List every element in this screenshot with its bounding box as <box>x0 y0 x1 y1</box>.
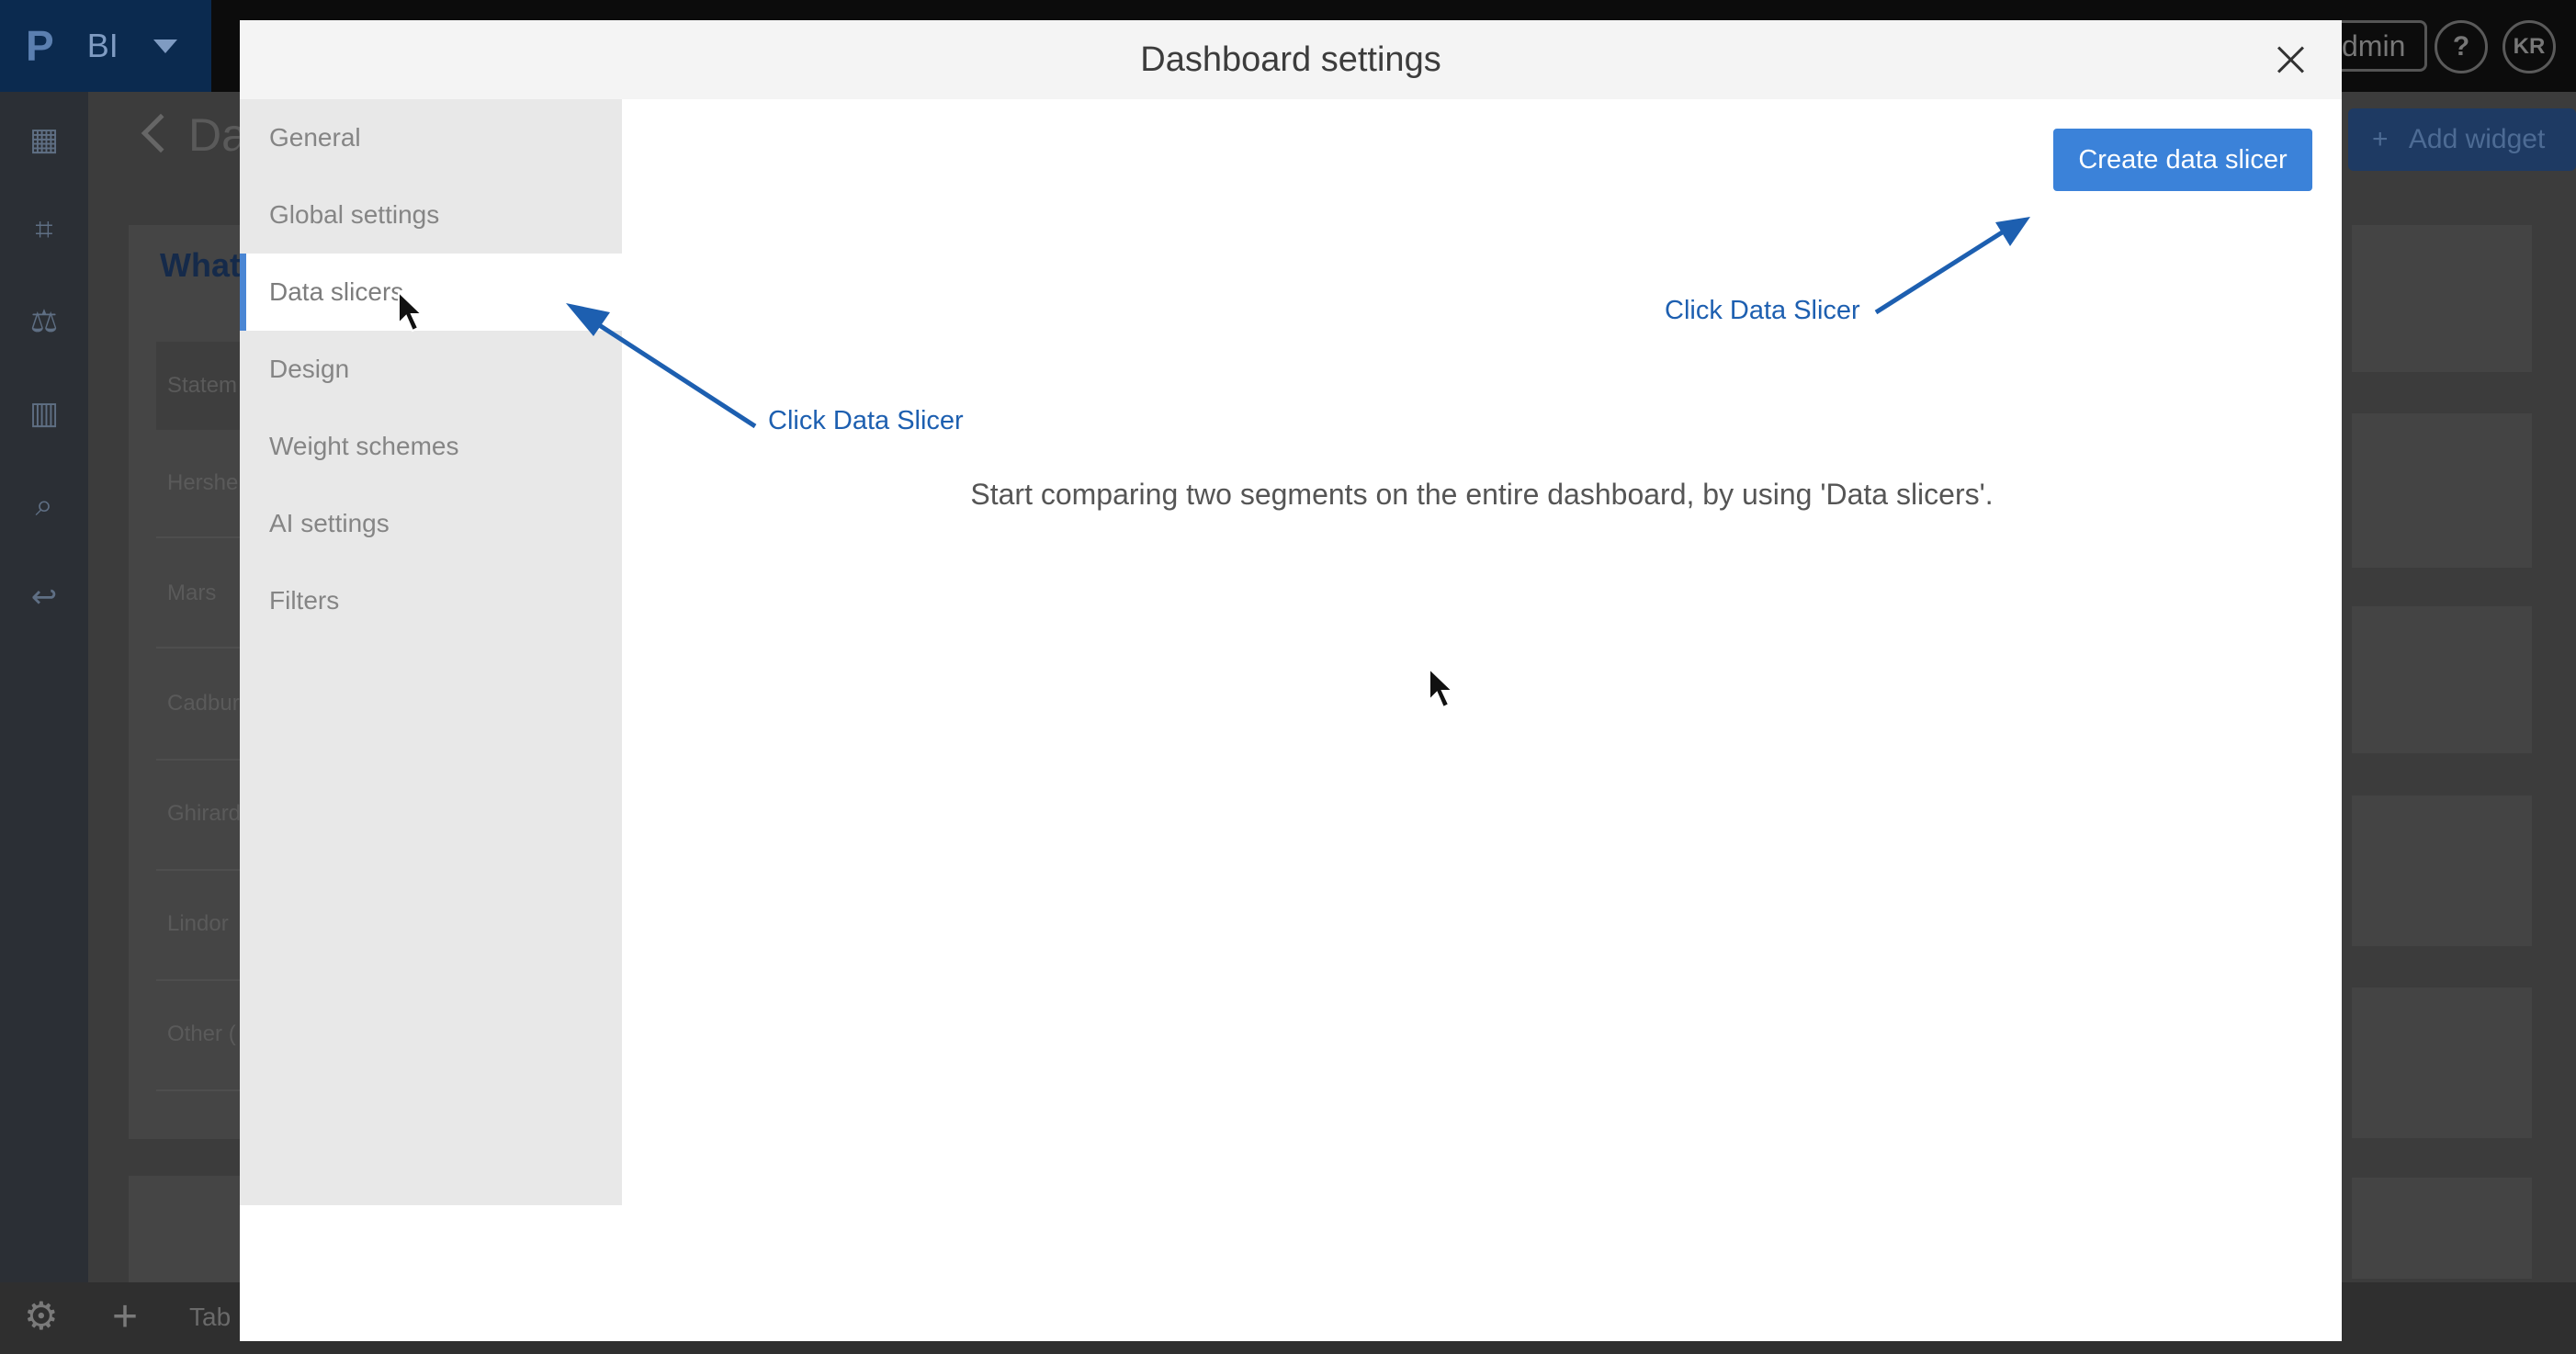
dashboard-title: Da <box>188 109 247 161</box>
modal-header: Dashboard settings <box>240 20 2342 99</box>
dashboard-settings-modal: Dashboard settings General Global settin… <box>240 20 2342 1341</box>
bar-chart-icon[interactable]: ▥ <box>26 395 62 432</box>
search-document-icon[interactable]: ⌕ <box>26 487 62 524</box>
table-row: Lindor <box>167 911 229 936</box>
row-divider <box>156 647 248 649</box>
row-divider <box>156 759 248 761</box>
row-divider <box>156 536 248 538</box>
brand-logo: P <box>26 22 54 70</box>
tab-item[interactable]: Tab <box>189 1303 231 1332</box>
dashboard-icon[interactable]: ▦ <box>26 121 62 158</box>
table-header-cell: Statem <box>167 373 238 398</box>
chevron-down-icon[interactable] <box>153 39 177 53</box>
table-row: Mars <box>167 581 217 605</box>
annotation-right: Click Data Slicer <box>1665 296 1860 325</box>
widget-card <box>2352 987 2532 1138</box>
settings-item-weight-schemes[interactable]: Weight schemes <box>240 408 622 485</box>
settings-item-design[interactable]: Design <box>240 331 622 408</box>
modal-title: Dashboard settings <box>1140 40 1441 79</box>
table-row: Cadbur <box>167 691 240 716</box>
settings-sidebar: General Global settings Data slicers Des… <box>240 99 622 1205</box>
plus-icon: + <box>2372 124 2389 154</box>
create-data-slicer-button[interactable]: Create data slicer <box>2053 129 2312 191</box>
table-row: Ghirard <box>167 801 242 826</box>
widget-card <box>129 1176 248 1286</box>
widget-card <box>2352 1178 2532 1279</box>
reply-icon[interactable]: ↩ <box>26 579 62 615</box>
add-tab-icon[interactable]: + <box>112 1292 138 1342</box>
widget-card <box>2352 413 2532 568</box>
empty-state-message: Start comparing two segments on the enti… <box>970 478 1994 511</box>
widget-title: What <box>160 246 241 284</box>
row-divider <box>156 979 248 981</box>
balance-scale-icon[interactable]: ⚖ <box>26 303 62 340</box>
settings-item-filters[interactable]: Filters <box>240 562 622 639</box>
settings-item-ai-settings[interactable]: AI settings <box>240 485 622 562</box>
row-divider <box>156 869 248 871</box>
table-row: Other ( <box>167 1021 236 1046</box>
widget-card <box>2352 225 2532 372</box>
row-divider <box>156 1089 248 1091</box>
settings-item-general[interactable]: General <box>240 99 622 176</box>
add-widget-label: Add widget <box>2408 124 2546 154</box>
avatar[interactable]: KR <box>2503 20 2556 73</box>
table-row: Hershe <box>167 470 239 495</box>
close-icon[interactable] <box>2270 39 2312 81</box>
side-navigation: ▦ ⌗ ⚖ ▥ ⌕ ↩ <box>0 92 88 1354</box>
widget-card <box>2352 606 2532 753</box>
brand-switcher[interactable]: P BI <box>0 0 211 92</box>
scan-icon[interactable]: ⌗ <box>26 211 62 248</box>
help-icon[interactable]: ? <box>2435 20 2488 73</box>
add-widget-button[interactable]: + Add widget <box>2348 108 2576 171</box>
gear-icon[interactable]: ⚙ <box>24 1293 59 1338</box>
widget-card <box>2352 795 2532 946</box>
settings-item-global-settings[interactable]: Global settings <box>240 176 622 254</box>
settings-item-data-slicers[interactable]: Data slicers <box>240 254 622 331</box>
annotation-left: Click Data Slicer <box>768 406 964 435</box>
brand-label: BI <box>86 27 119 64</box>
